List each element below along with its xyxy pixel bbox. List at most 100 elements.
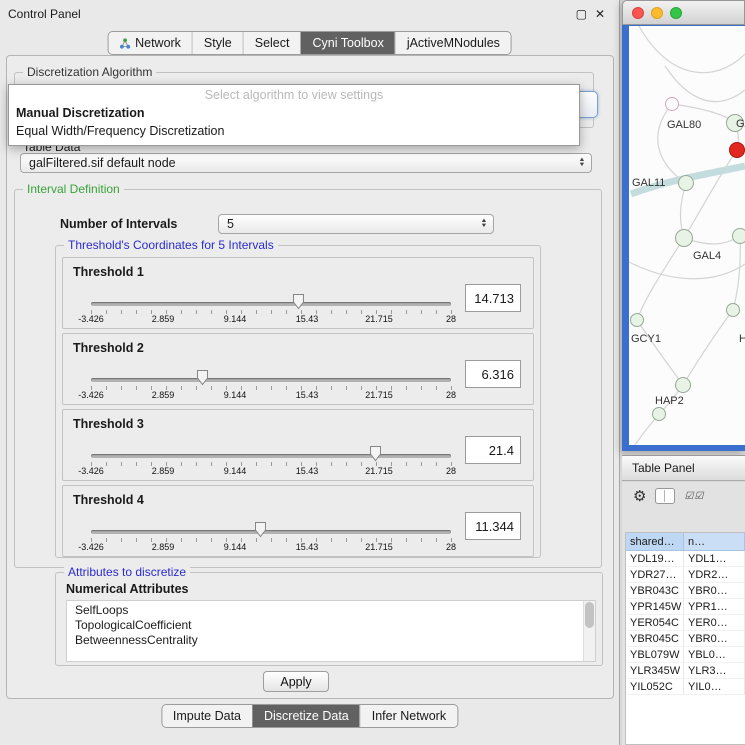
table-cell[interactable]: YBR045C — [626, 631, 684, 647]
network-node[interactable] — [652, 407, 666, 421]
tab-label: jActiveMNodules — [407, 36, 500, 50]
table-header-row: shared…n… — [626, 533, 745, 551]
close-window-button[interactable]: ✕ — [595, 7, 605, 21]
table-cell[interactable]: YDR27… — [626, 567, 684, 583]
network-window-titlebar — [622, 0, 745, 25]
threshold-3-value-field[interactable]: 21.4 — [465, 436, 521, 464]
threshold-2-slider-track[interactable] — [91, 378, 451, 382]
gear-icon[interactable]: ⚙ — [633, 487, 646, 505]
table-cell[interactable]: YBL079W — [626, 647, 684, 663]
dropdown-placeholder: Select algorithm to view settings — [9, 85, 579, 104]
scrollbar[interactable] — [583, 601, 595, 661]
table-data-combobox[interactable]: galFiltered.sif default node ▲▼ — [20, 153, 592, 173]
network-node[interactable] — [665, 97, 679, 111]
table-row[interactable]: YER054CYER0… — [626, 615, 745, 631]
threshold-3-slider-thumb[interactable] — [369, 445, 382, 462]
stepper-icon: ▲▼ — [475, 219, 487, 229]
scale-label: 21.715 — [365, 466, 393, 476]
table-cell[interactable]: YBL0… — [684, 647, 745, 663]
table-row[interactable]: YBR043CYBR0… — [626, 583, 745, 599]
scale-label: -3.426 — [78, 542, 104, 552]
tab-discretize-data[interactable]: Discretize Data — [252, 705, 360, 727]
threshold-4-slider-thumb[interactable] — [254, 521, 267, 538]
table-cell[interactable]: YBR0… — [684, 583, 745, 599]
threshold-4-slider-track[interactable] — [91, 530, 451, 534]
close-traffic-light-button[interactable] — [632, 7, 644, 19]
table-row[interactable]: YBL079WYBL0… — [626, 647, 745, 663]
dropdown-option-equal-width-frequency-discretization[interactable]: Equal Width/Frequency Discretization — [9, 122, 579, 140]
scale-label: 21.715 — [365, 542, 393, 552]
table-cell[interactable]: YIL0… — [684, 679, 745, 695]
apply-button[interactable]: Apply — [263, 671, 329, 692]
float-window-button[interactable]: ▢ — [576, 7, 587, 21]
tab-select[interactable]: Select — [243, 32, 301, 54]
column-header-0[interactable]: shared… — [626, 533, 684, 551]
group-title-discretization-algorithm: Discretization Algorithm — [23, 65, 156, 79]
tab-jactivemnodules[interactable]: jActiveMNodules — [395, 32, 511, 54]
node-label: GAL4 — [693, 250, 721, 262]
network-icon — [119, 38, 130, 49]
number-of-intervals-combobox[interactable]: 5 ▲▼ — [218, 214, 494, 234]
table-row[interactable]: YDL19…YDL1… — [626, 551, 745, 567]
group-title-interval-definition: Interval Definition — [23, 182, 124, 196]
table-row[interactable]: YLR345WYLR3… — [626, 663, 745, 679]
threshold-2-slider-thumb[interactable] — [196, 369, 209, 386]
table-cell[interactable]: YDR2… — [684, 567, 745, 583]
table-cell[interactable]: YPR145W — [626, 599, 684, 615]
network-view-window: GAL80GAGAL11GAL4GCY1HHAP2 — [622, 0, 745, 451]
list-item-betweennesscentrality[interactable]: BetweennessCentrality — [75, 633, 583, 648]
threshold-1-slider-thumb[interactable] — [292, 293, 305, 310]
table-row[interactable]: YPR145WYPR1… — [626, 599, 745, 615]
list-item-topologicalcoefficient[interactable]: TopologicalCoefficient — [75, 618, 583, 633]
columns-icon[interactable] — [655, 488, 675, 504]
table-cell[interactable]: YDL19… — [626, 551, 684, 567]
group-title-attributes: Attributes to discretize — [64, 565, 190, 579]
threshold-1-value-field[interactable]: 14.713 — [465, 284, 521, 312]
network-node[interactable] — [675, 229, 693, 247]
tab-style[interactable]: Style — [192, 32, 243, 54]
table-cell[interactable]: YBR0… — [684, 631, 745, 647]
table-cell[interactable]: YLR3… — [684, 663, 745, 679]
slider-ticks — [91, 310, 452, 314]
network-node[interactable] — [630, 313, 644, 327]
cyni-toolbox-panel: Discretization Algorithm Select algorith… — [6, 55, 614, 699]
tab-network[interactable]: Network — [108, 32, 192, 54]
tab-label: Select — [255, 36, 290, 50]
tab-infer-network[interactable]: Infer Network — [360, 705, 457, 727]
minimize-traffic-light-button[interactable] — [651, 7, 663, 19]
network-canvas[interactable]: GAL80GAGAL11GAL4GCY1HHAP2 — [629, 26, 745, 445]
dropdown-option-manual-discretization[interactable]: Manual Discretization — [9, 104, 579, 122]
table-cell[interactable]: YER054C — [626, 615, 684, 631]
scale-label: -3.426 — [78, 314, 104, 324]
network-node[interactable] — [678, 175, 694, 191]
table-cell[interactable]: YPR1… — [684, 599, 745, 615]
table-cell[interactable]: YBR043C — [626, 583, 684, 599]
tab-impute-data[interactable]: Impute Data — [162, 705, 252, 727]
table-row[interactable]: YDR27…YDR2… — [626, 567, 745, 583]
tab-cyni-toolbox[interactable]: Cyni Toolbox — [300, 32, 394, 54]
threshold-1-slider-track[interactable] — [91, 302, 451, 306]
scrollbar-thumb[interactable] — [585, 602, 594, 628]
table-panel-title: Table Panel — [632, 461, 695, 475]
network-node[interactable] — [732, 228, 745, 244]
network-node[interactable] — [729, 142, 745, 158]
column-header-1[interactable]: n… — [684, 533, 745, 551]
table-cell[interactable]: YLR345W — [626, 663, 684, 679]
table-row[interactable]: YIL052CYIL0… — [626, 679, 745, 695]
zoom-traffic-light-button[interactable] — [670, 7, 682, 19]
scale-label: 15.43 — [296, 390, 319, 400]
table-panel-header[interactable]: Table Panel — [622, 455, 745, 481]
table-cell[interactable]: YIL052C — [626, 679, 684, 695]
list-item-selfloops[interactable]: SelfLoops — [75, 603, 583, 618]
network-node[interactable] — [675, 377, 691, 393]
network-node[interactable] — [726, 303, 740, 317]
scale-label: 15.43 — [296, 466, 319, 476]
threshold-3-slider-track[interactable] — [91, 454, 451, 458]
table-cell[interactable]: YDL1… — [684, 551, 745, 567]
threshold-4-value-field[interactable]: 11.344 — [465, 512, 521, 540]
table-row[interactable]: YBR045CYBR0… — [626, 631, 745, 647]
numerical-attributes-list[interactable]: SelfLoopsTopologicalCoefficientBetweenne… — [66, 600, 596, 662]
threshold-2-value-field[interactable]: 6.316 — [465, 360, 521, 388]
row-selection-icons[interactable]: ☑☑ — [684, 491, 704, 502]
table-cell[interactable]: YER0… — [684, 615, 745, 631]
